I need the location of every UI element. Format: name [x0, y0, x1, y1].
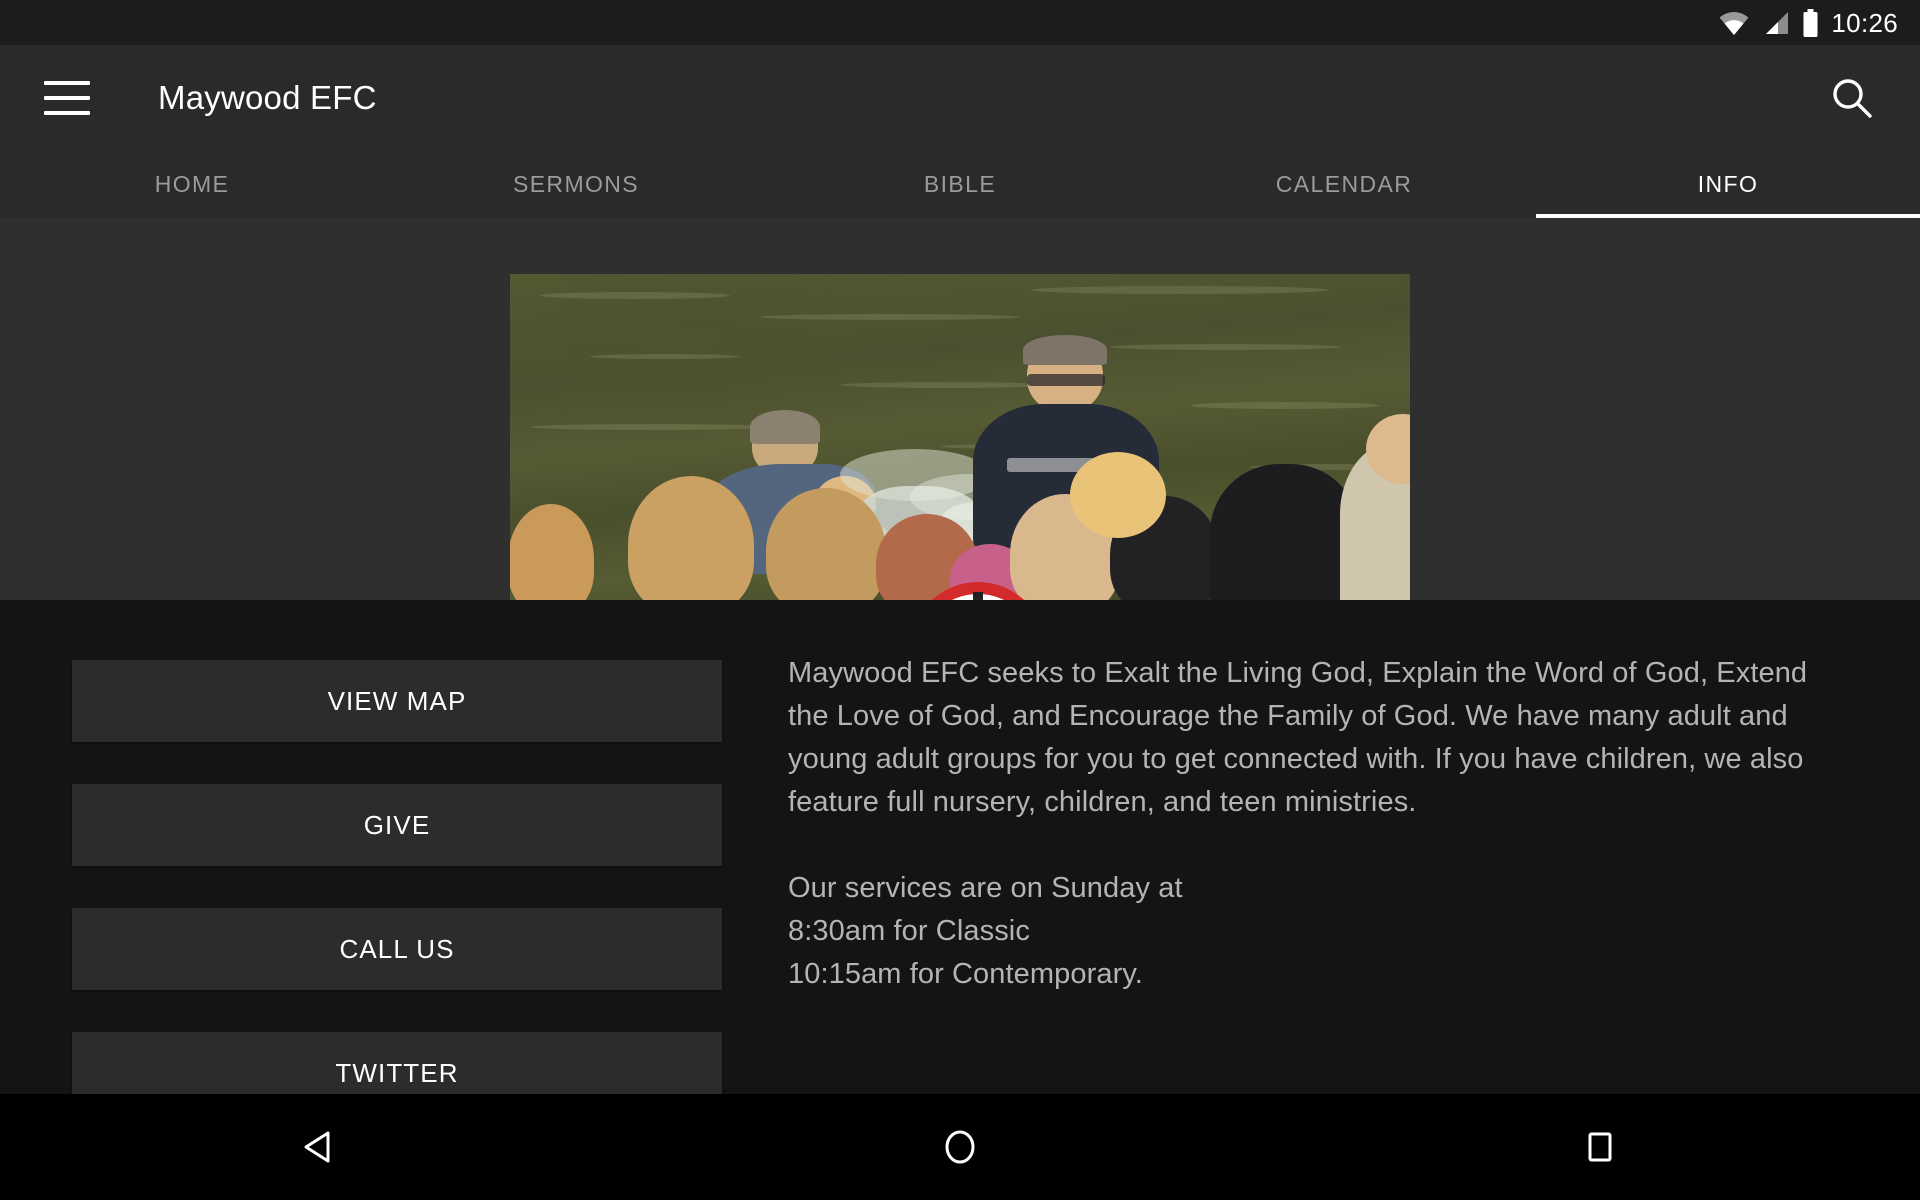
- view-map-button[interactable]: VIEW MAP: [72, 660, 722, 742]
- hero-section: [0, 218, 1920, 600]
- back-button[interactable]: [265, 1094, 375, 1200]
- tab-sermons[interactable]: SERMONS: [384, 150, 768, 218]
- tab-label: INFO: [1697, 170, 1759, 197]
- search-icon[interactable]: [1830, 76, 1874, 120]
- onlooker: [1210, 464, 1360, 600]
- app-screen: 10:26 Maywood EFC HOME SERMONS BIBLE CAL…: [0, 0, 1920, 1200]
- service-times: Our services are on Sunday at 8:30am for…: [788, 872, 1183, 990]
- status-bar: 10:26: [0, 0, 1920, 45]
- mission-statement: Maywood EFC seeks to Exalt the Living Go…: [788, 657, 1816, 818]
- tab-bible[interactable]: BIBLE: [768, 150, 1152, 218]
- info-text-column: Maywood EFC seeks to Exalt the Living Go…: [788, 652, 1848, 996]
- status-bar-clock: 10:26: [1831, 7, 1898, 38]
- wifi-icon: [1719, 11, 1749, 35]
- hamburger-menu-icon[interactable]: [44, 80, 90, 115]
- battery-icon: [1803, 8, 1818, 37]
- button-label: VIEW MAP: [327, 685, 467, 716]
- recents-button[interactable]: [1545, 1094, 1655, 1200]
- button-label: GIVE: [363, 809, 431, 840]
- tab-label: HOME: [154, 170, 230, 197]
- signal-icon: [1766, 11, 1789, 34]
- button-label: TWITTER: [335, 1057, 459, 1088]
- tab-bar: HOME SERMONS BIBLE CALENDAR INFO: [0, 150, 1920, 218]
- tab-calendar[interactable]: CALENDAR: [1152, 150, 1536, 218]
- recents-square-icon: [1588, 1132, 1612, 1162]
- android-nav-bar: [0, 1094, 1920, 1200]
- give-button[interactable]: GIVE: [72, 784, 722, 866]
- button-label: CALL US: [339, 933, 455, 964]
- app-bar: Maywood EFC: [0, 45, 1920, 150]
- tab-home[interactable]: HOME: [0, 150, 384, 218]
- tab-info[interactable]: INFO: [1536, 150, 1920, 218]
- info-content: VIEW MAP GIVE CALL US TWITTER Maywood EF…: [0, 600, 1920, 1114]
- onlooker: [1070, 452, 1166, 538]
- home-button[interactable]: [905, 1094, 1015, 1200]
- tab-label: SERMONS: [512, 170, 640, 197]
- tab-label: BIBLE: [923, 170, 997, 197]
- home-circle-icon: [945, 1130, 975, 1164]
- page-title: Maywood EFC: [158, 78, 377, 116]
- back-triangle-icon: [304, 1131, 330, 1163]
- onlooker: [510, 504, 594, 600]
- tab-label: CALENDAR: [1275, 170, 1413, 197]
- call-us-button[interactable]: CALL US: [72, 908, 722, 990]
- church-logo: [862, 550, 1094, 600]
- action-button-column: VIEW MAP GIVE CALL US TWITTER: [72, 660, 722, 1156]
